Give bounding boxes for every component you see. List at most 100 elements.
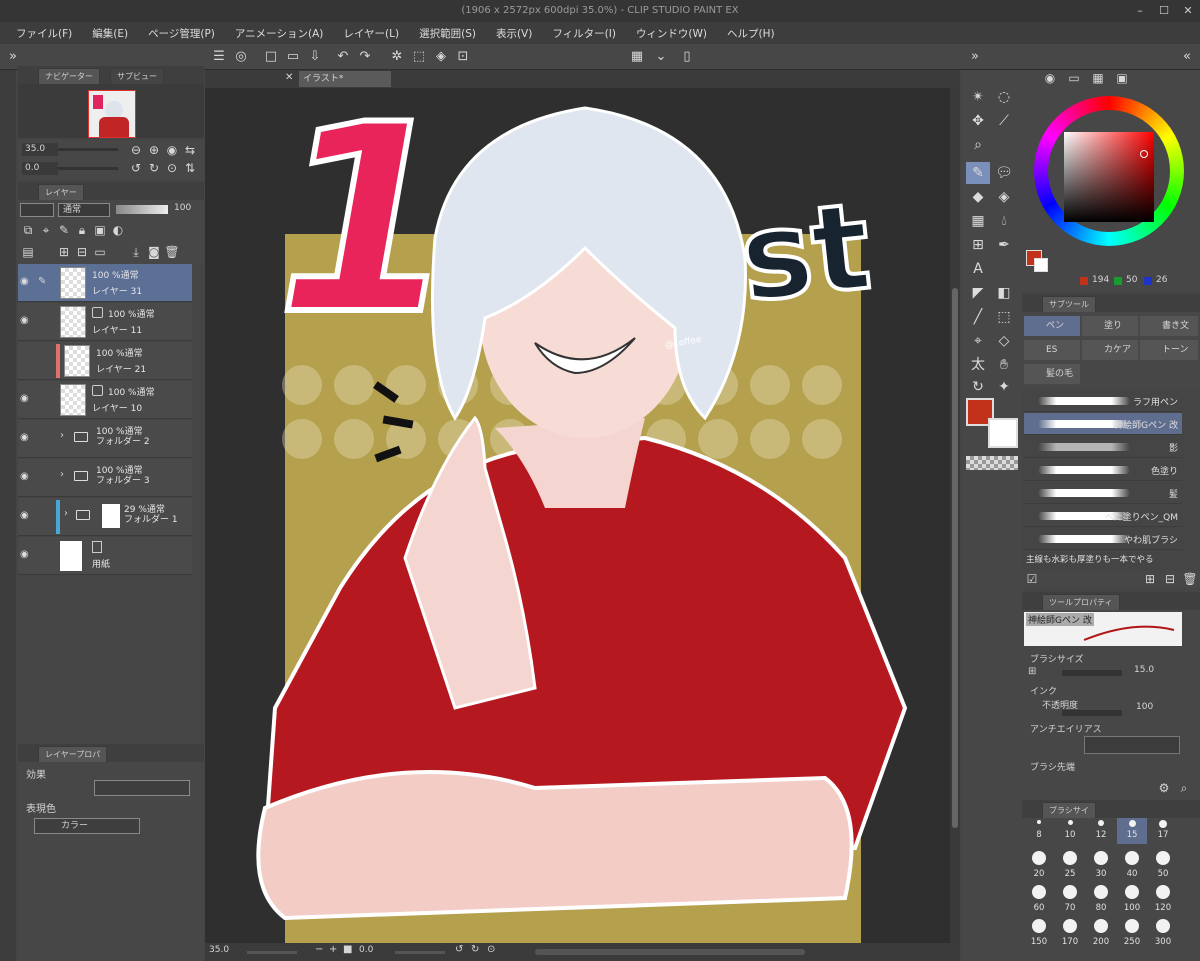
brush-size-preset[interactable]: 12	[1086, 818, 1116, 844]
collapse-icon[interactable]: »	[4, 48, 22, 66]
menu-animation[interactable]: アニメーション(A)	[235, 26, 323, 41]
brush-size-preset[interactable]: 100	[1117, 882, 1147, 916]
intermediate-tab-icon[interactable]: ▣	[1114, 70, 1130, 86]
tab-navigator[interactable]: ナビゲーター	[38, 68, 100, 84]
menu-help[interactable]: ヘルプ(H)	[727, 26, 775, 41]
tab-layer-property[interactable]: レイヤープロパ	[38, 746, 108, 762]
frame-icon[interactable]: ⬚	[992, 306, 1016, 328]
brush-size-preset[interactable]: 50	[1148, 848, 1178, 882]
line-icon[interactable]: ╱	[966, 306, 990, 328]
reset-rotate-icon[interactable]: ⊙	[164, 160, 180, 176]
opacity-slider-tool[interactable]	[1062, 710, 1122, 716]
opacity-value[interactable]: 100	[174, 203, 191, 213]
hand-icon[interactable]: ✋︎	[992, 354, 1016, 376]
tab-subview[interactable]: サブビュー	[110, 68, 164, 84]
saturation-box[interactable]	[1064, 132, 1154, 222]
tab-layer[interactable]: レイヤー	[38, 184, 84, 200]
menu-file[interactable]: ファイル(F)	[16, 26, 72, 41]
draft-icon[interactable]: ✎	[56, 222, 72, 238]
rotate-left-icon[interactable]: ↺	[128, 160, 144, 176]
paper-row[interactable]: ◉ 用紙	[18, 537, 192, 575]
brush-size-preset[interactable]: 30	[1086, 848, 1116, 882]
menu-filter[interactable]: フィルター(I)	[552, 26, 616, 41]
menu-view[interactable]: 表示(V)	[496, 26, 532, 41]
eye-icon[interactable]: ◉	[20, 432, 29, 443]
maximize-icon[interactable]: ☐	[1152, 0, 1176, 22]
status-plus-icon[interactable]: +	[329, 944, 337, 955]
status-minus-icon[interactable]: −	[315, 944, 323, 955]
trash-icon[interactable]: 🗑︎	[164, 244, 180, 260]
decoration-icon[interactable]: ✒	[992, 234, 1016, 256]
tab-brush-size[interactable]: ブラシサイ	[1042, 802, 1096, 818]
hue-ring[interactable]	[1034, 96, 1184, 246]
fill-icon[interactable]: ◈	[432, 48, 450, 66]
subtool-group-fill[interactable]: 塗り	[1082, 316, 1138, 336]
brush-item[interactable]: ラフ用ペン	[1024, 390, 1182, 412]
brush-size-preset[interactable]: 25	[1055, 848, 1085, 882]
minimize-icon[interactable]: –	[1128, 0, 1152, 22]
mask-icon[interactable]: ◐	[110, 222, 126, 238]
open-file-icon[interactable]: ▭	[284, 48, 302, 66]
layer-mask-icon[interactable]: ◙	[146, 244, 162, 260]
eraser-icon[interactable]: ◆	[966, 186, 990, 208]
eye-icon[interactable]: ◉	[20, 315, 29, 326]
panel-expand-icon[interactable]: «	[1178, 48, 1196, 66]
eye-icon[interactable]: ◉	[20, 393, 29, 404]
transparent-color-swatch[interactable]	[966, 456, 1018, 470]
bucket-icon[interactable]: ◈	[992, 186, 1016, 208]
device-icon[interactable]: ▯	[678, 48, 696, 66]
color-wheel-tab-icon[interactable]: ◉	[1042, 70, 1058, 86]
fit-icon[interactable]: ◉	[164, 142, 180, 158]
lock-alpha-icon[interactable]: ▣	[92, 222, 108, 238]
snap-dropdown-icon[interactable]: ⌄	[652, 48, 670, 66]
shape-icon[interactable]: ◤	[966, 282, 990, 304]
status-zoom-slider[interactable]	[247, 951, 297, 954]
antialias-options[interactable]	[1084, 736, 1180, 754]
save-icon[interactable]: ⇩	[306, 48, 324, 66]
tool-search-icon[interactable]: ⌕	[1176, 780, 1192, 796]
status-angle-slider[interactable]	[395, 951, 445, 954]
zoom-slider[interactable]	[58, 148, 118, 151]
brush-item[interactable]: やわ肌ブラシ	[1024, 528, 1182, 550]
redo-icon[interactable]: ↷	[356, 48, 374, 66]
magic-wand-icon[interactable]: ✴	[966, 86, 990, 108]
subtool-group-es[interactable]: ES	[1024, 340, 1080, 360]
grid-icon[interactable]: ⊞	[966, 234, 990, 256]
color-preview-sub[interactable]	[1034, 258, 1048, 272]
color-picker-marker[interactable]	[1140, 150, 1148, 158]
brush-item[interactable]: 神絵師Gペン 改	[1024, 413, 1182, 435]
brush-item[interactable]: 髪	[1024, 482, 1182, 504]
brush-size-preset[interactable]: 8	[1024, 818, 1054, 844]
eye-icon[interactable]: ◉	[20, 276, 29, 287]
text-large-icon[interactable]: 太	[966, 354, 990, 376]
status-angle[interactable]: 0.0	[359, 945, 373, 955]
clear-icon[interactable]: ✲	[388, 48, 406, 66]
chevron-right-icon[interactable]: ›	[64, 508, 68, 519]
sparkle-icon[interactable]: ✦	[992, 376, 1016, 398]
status-fit-icon[interactable]: ■	[343, 944, 352, 955]
brush-size-preset[interactable]: 70	[1055, 882, 1085, 916]
undo-icon[interactable]: ↶	[334, 48, 352, 66]
angle-slider[interactable]	[58, 167, 118, 170]
chevron-right-icon[interactable]: ›	[60, 469, 64, 480]
menu-window[interactable]: ウィンドウ(W)	[636, 26, 707, 41]
zoom-tool-icon[interactable]: ⌕	[966, 134, 990, 156]
brush-size-preset[interactable]: 10	[1055, 818, 1085, 844]
reset-subtool-icon[interactable]: ⊟	[1162, 571, 1178, 587]
brush-size-preset[interactable]: 15	[1117, 818, 1147, 844]
brush-size-preset[interactable]: 60	[1024, 882, 1054, 916]
brush-size-preset[interactable]: 40	[1117, 848, 1147, 882]
brush-description[interactable]: 主線も水彩も厚塗りも一本でやる	[1024, 551, 1182, 569]
delete-subtool-icon[interactable]: 🗑︎	[1182, 571, 1198, 587]
lock-icon[interactable]: 🔒︎	[74, 222, 90, 238]
rotate-icon[interactable]: ↻	[966, 376, 990, 398]
brush-size-preset[interactable]: 20	[1024, 848, 1054, 882]
folder-row[interactable]: ◉ › 29 %通常 フォルダー 1	[18, 498, 192, 536]
folder-row[interactable]: ◉ › 100 %通常 フォルダー 2	[18, 420, 192, 458]
blend-mode-select[interactable]: 通常	[58, 203, 110, 217]
flip-v-icon[interactable]: ⇅	[182, 160, 198, 176]
color-mode-select[interactable]: カラー	[34, 818, 140, 834]
new-layer-icon[interactable]: ⊞	[56, 244, 72, 260]
canvas-vscroll[interactable]	[950, 88, 960, 943]
app-icon[interactable]: ◎	[232, 48, 250, 66]
